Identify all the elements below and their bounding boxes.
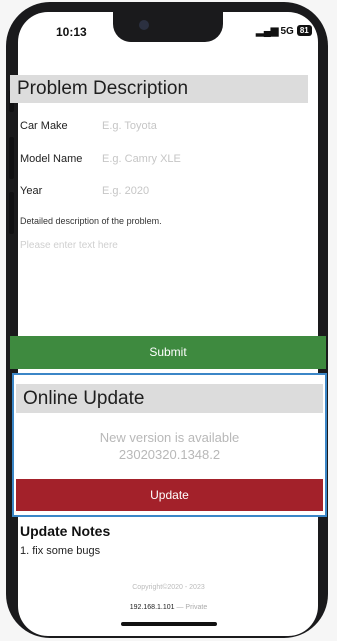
description-label: Detailed description of the problem.: [20, 216, 162, 226]
server-ip: 192.168.1.101: [129, 604, 175, 611]
model-name-row[interactable]: Model Name E.g. Camry XLE: [20, 153, 181, 165]
online-update-panel: Online Update New version is available 2…: [12, 373, 327, 517]
year-label: Year: [20, 185, 43, 197]
update-notes-title: Update Notes: [20, 523, 111, 539]
update-message: New version is available: [99, 430, 240, 445]
volume-up-button: [9, 137, 14, 179]
copyright-text: Copyright©2020 - 2023: [132, 584, 205, 591]
year-row[interactable]: Year E.g. 2020: [20, 185, 149, 197]
server-info: 192.168.1.101 — Private: [0, 604, 337, 611]
model-name-input[interactable]: E.g. Camry XLE: [102, 153, 181, 165]
camera-icon: [139, 20, 149, 30]
year-input[interactable]: E.g. 2020: [102, 185, 149, 197]
problem-description-title: Problem Description: [10, 75, 308, 103]
car-make-row[interactable]: Car Make E.g. Toyota: [20, 120, 157, 132]
update-button[interactable]: Update: [16, 479, 323, 511]
notch: [113, 12, 223, 42]
network-label: 5G: [280, 26, 294, 37]
home-indicator: [121, 622, 217, 626]
submit-button[interactable]: Submit: [10, 336, 326, 369]
update-note-item: 1. fix some bugs: [20, 545, 101, 557]
description-textarea[interactable]: Please enter text here: [20, 240, 300, 330]
status-time: 10:13: [56, 25, 87, 39]
server-environment: — Private: [176, 604, 208, 611]
car-make-input[interactable]: E.g. Toyota: [102, 120, 157, 132]
car-make-label: Car Make: [20, 120, 68, 132]
volume-down-button: [9, 192, 14, 234]
update-version: 23020320.1348.2: [118, 447, 221, 462]
battery-icon: 81: [296, 25, 312, 36]
signal-icon: ▂▄▆: [256, 26, 279, 37]
status-indicators: ▂▄▆ 5G 81: [256, 25, 312, 37]
online-update-title: Online Update: [16, 384, 323, 413]
model-name-label: Model Name: [20, 153, 83, 165]
